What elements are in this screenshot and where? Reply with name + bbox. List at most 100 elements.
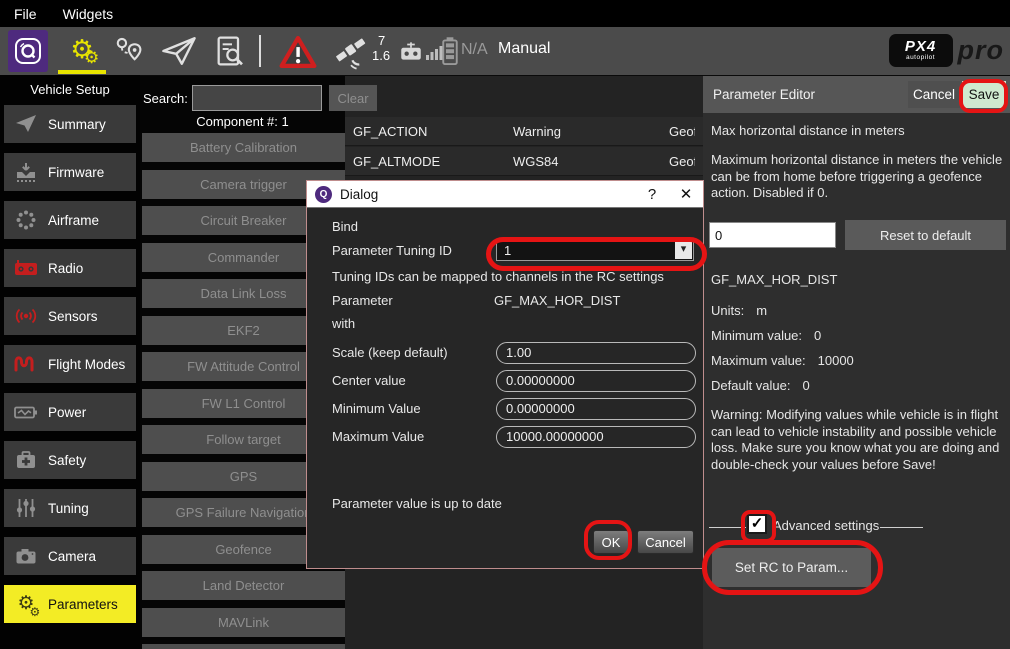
px4-logo-subtext: autopilot	[906, 54, 935, 61]
sidebar-item-parameters[interactable]: ⚙⚙ Parameters	[4, 585, 136, 623]
center-value-input[interactable]: 0.00000000	[496, 370, 696, 392]
pro-logo-text: pro	[958, 35, 1005, 66]
sidebar-item-power[interactable]: Power	[4, 393, 136, 431]
px4-pro-logo: PX4 autopilot pro	[889, 34, 1005, 67]
vehicle-setup-gears-icon[interactable]: ⚙ ⚙	[58, 29, 106, 69]
flight-mode-indicator[interactable]: Manual	[498, 40, 550, 58]
dialog-ok-button[interactable]: OK	[593, 530, 629, 554]
qgc-logo-icon[interactable]	[8, 30, 48, 72]
sidebar-item-summary[interactable]: Summary	[4, 105, 136, 143]
minimum-value-input[interactable]: 0.00000000	[496, 398, 696, 420]
param-group: Geofence	[669, 124, 695, 139]
units-row: Units:m	[711, 303, 767, 318]
menu-bar: File Widgets	[0, 0, 1010, 27]
safety-case-icon	[4, 448, 48, 472]
maximum-value-label: Maximum Value	[332, 429, 424, 444]
advanced-settings-label: Advanced settings	[773, 518, 879, 535]
param-warning-text: Warning: Modifying values while vehicle …	[711, 407, 1009, 473]
parameter-editor-header: Parameter Editor Cancel Save	[703, 76, 1010, 113]
group-partial[interactable]	[142, 644, 345, 649]
dialog-titlebar[interactable]: Q Dialog ? ✕	[307, 181, 703, 208]
fly-paper-plane-icon[interactable]	[160, 34, 198, 68]
minimum-value-label: Minimum Value	[332, 401, 421, 416]
active-tab-underline	[58, 70, 106, 74]
toolbar-divider	[259, 35, 261, 67]
param-value-input[interactable]	[709, 222, 836, 248]
group-mavlink[interactable]: MAVLink	[142, 608, 345, 637]
tuning-id-dropdown[interactable]: 1 ▾	[496, 239, 694, 261]
battery-icon[interactable]	[441, 36, 459, 66]
gps-status-values[interactable]: 7 1.6	[372, 33, 390, 63]
camera-icon	[4, 544, 48, 568]
set-rc-to-param-button[interactable]: Set RC to Param...	[712, 548, 871, 587]
table-row[interactable]: GF_ACTION Warning Geofence	[345, 117, 703, 146]
sidebar-item-safety[interactable]: Safety	[4, 441, 136, 479]
sidebar-item-firmware[interactable]: Firmware	[4, 153, 136, 191]
scale-input[interactable]: 1.00	[496, 342, 696, 364]
dialog-cancel-button[interactable]: Cancel	[637, 530, 694, 554]
component-label: Component #: 1	[140, 114, 345, 129]
qgc-dialog-icon: Q	[315, 186, 332, 203]
firmware-download-icon	[4, 160, 48, 184]
plan-waypoint-icon[interactable]	[115, 34, 145, 66]
main-toolbar: ⚙ ⚙	[0, 27, 1010, 75]
search-input[interactable]	[192, 85, 322, 111]
advanced-settings-checkbox[interactable]: ✓	[747, 514, 767, 534]
param-short-description: Max horizontal distance in meters	[711, 123, 905, 140]
advanced-divider-right	[880, 527, 923, 528]
px4-logo-text: PX4	[905, 40, 936, 54]
param-status-text: Parameter value is up to date	[332, 496, 502, 511]
default-value-row: Default value:0	[711, 378, 810, 393]
power-battery-icon	[4, 400, 48, 424]
vehicle-messages-warning-icon[interactable]	[278, 34, 318, 70]
advanced-divider-left	[709, 527, 746, 528]
dialog-title: Dialog	[340, 187, 635, 202]
dialog-help-button[interactable]: ?	[635, 186, 669, 203]
radio-transmitter-icon	[4, 256, 48, 280]
sidebar-item-tuning[interactable]: Tuning	[4, 489, 136, 527]
check-icon: ✓	[751, 515, 764, 532]
gps-satellite-icon[interactable]	[332, 34, 370, 70]
param-value: WGS84	[513, 154, 669, 169]
max-value-row: Maximum value:10000	[711, 353, 854, 368]
analyze-document-icon[interactable]	[214, 34, 246, 68]
sidebar-item-sensors[interactable]: Sensors	[4, 297, 136, 335]
bind-label: Bind	[332, 219, 358, 234]
scale-label: Scale (keep default)	[332, 345, 448, 360]
chevron-down-icon[interactable]: ▾	[675, 241, 692, 259]
sidebar-title: Vehicle Setup	[0, 82, 140, 97]
editor-cancel-button[interactable]: Cancel	[908, 81, 960, 108]
menu-widgets[interactable]: Widgets	[63, 6, 114, 22]
with-label: with	[332, 316, 355, 331]
parameter-label: Parameter	[332, 293, 393, 308]
gps-hdop: 1.6	[372, 48, 390, 63]
reset-to-default-button[interactable]: Reset to default	[845, 220, 1006, 250]
rc-rssi-remote-icon[interactable]	[398, 40, 424, 62]
sidebar-item-radio[interactable]: Radio	[4, 249, 136, 287]
param-name: GF_ACTION	[345, 124, 513, 139]
group-land-detector[interactable]: Land Detector	[142, 571, 345, 600]
airframe-dots-icon	[4, 208, 48, 232]
min-value-row: Minimum value:0	[711, 328, 821, 343]
gps-count: 7	[372, 33, 390, 48]
clear-search-button[interactable]: Clear	[329, 85, 377, 111]
sidebar-item-airframe[interactable]: Airframe	[4, 201, 136, 239]
maximum-value-input[interactable]: 10000.00000000	[496, 426, 696, 448]
group-battery-calibration[interactable]: Battery Calibration	[142, 133, 345, 162]
sidebar-item-flight-modes[interactable]: Flight Modes	[4, 345, 136, 383]
tuning-note: Tuning IDs can be mapped to channels in …	[332, 269, 664, 284]
menu-file[interactable]: File	[14, 6, 37, 22]
table-row[interactable]: GF_ALTMODE WGS84 Geofence	[345, 147, 703, 176]
editor-save-button[interactable]: Save	[962, 81, 1006, 108]
paper-plane-icon	[4, 112, 48, 136]
parameters-gears-icon: ⚙⚙	[4, 594, 48, 614]
param-long-description: Maximum horizontal distance in meters th…	[711, 152, 1005, 202]
dialog-close-button[interactable]: ✕	[669, 185, 703, 203]
param-value: Warning	[513, 124, 669, 139]
qgc-logo-glyph	[14, 37, 42, 65]
editor-title: Parameter Editor	[703, 87, 908, 102]
rc-to-param-dialog: Q Dialog ? ✕ Bind Parameter Tuning ID 1 …	[306, 180, 704, 569]
search-label: Search:	[143, 91, 188, 106]
sidebar-item-camera[interactable]: Camera	[4, 537, 136, 575]
param-group: Geofence	[669, 154, 695, 169]
